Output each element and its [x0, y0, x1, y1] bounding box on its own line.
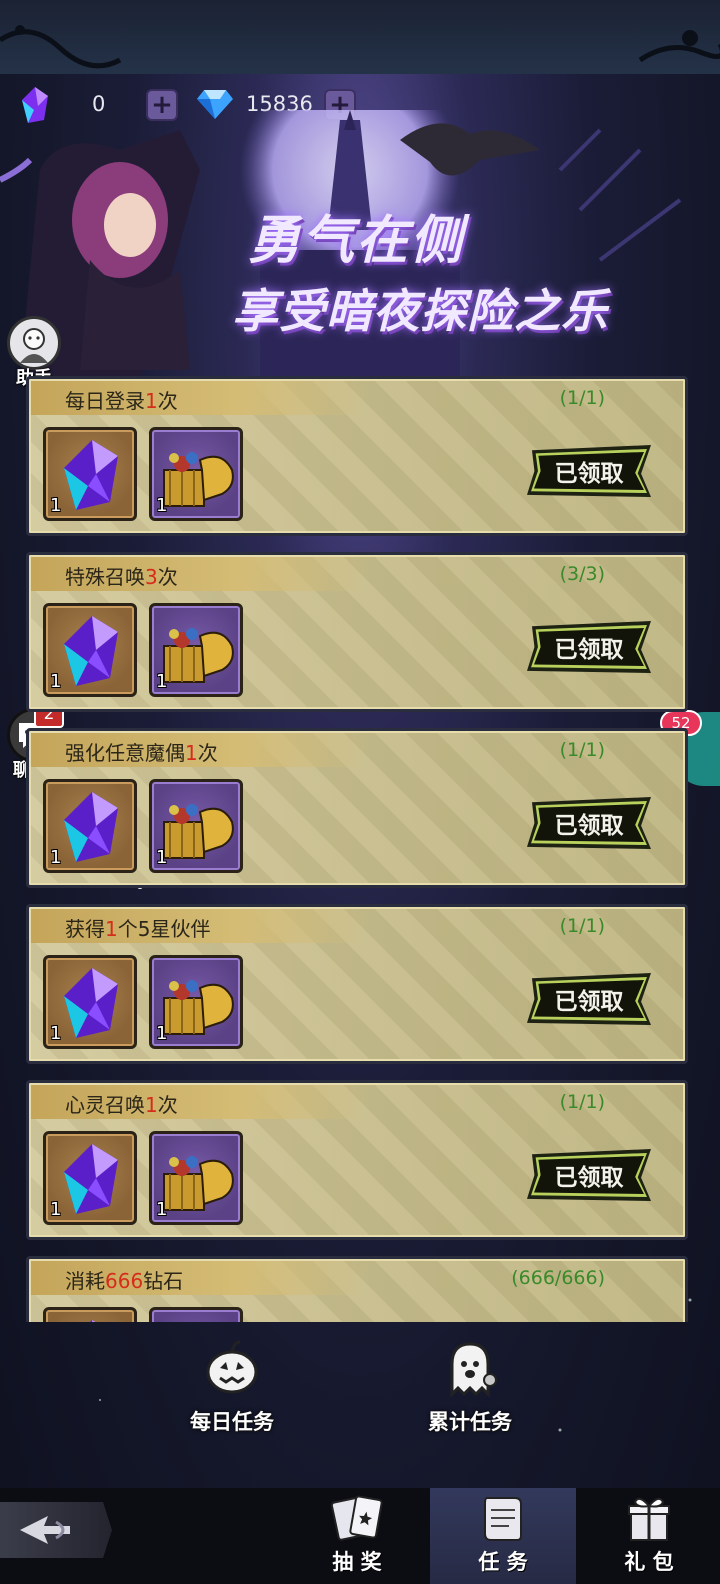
reward-slot-gift[interactable]: 1	[149, 1307, 243, 1322]
task-title-suffix: 钻石	[143, 1269, 184, 1293]
task-list[interactable]: 每日登录1次 (1/1) 1 1 已领取 特殊召唤3次 (3/3) 1 1 已领…	[26, 376, 688, 1322]
task-progress: (1/1)	[559, 915, 605, 937]
reward-count: 1	[156, 847, 168, 868]
reward-count: 1	[156, 1199, 168, 1220]
pumpkin-icon	[206, 1340, 258, 1394]
back-button[interactable]	[0, 1502, 112, 1558]
claimed-button-label: 已领取	[554, 1165, 624, 1191]
task-card: 心灵召唤1次 (1/1) 1 1 已领取	[26, 1080, 688, 1240]
task-title: 获得1个5星伙伴	[65, 913, 210, 942]
task-title-count: 1	[105, 917, 118, 941]
reward-slot-crystal[interactable]: 1	[43, 1307, 137, 1322]
task-category-tabs: 每日任务 累计任务	[0, 1322, 720, 1482]
vine-decoration-icon	[0, 25, 720, 69]
claimed-button[interactable]: 已领取	[527, 621, 651, 673]
task-card: 强化任意魔偶1次 (1/1) 1 1 已领取	[26, 728, 688, 888]
claimed-button[interactable]: 已领取	[527, 1149, 651, 1201]
claimed-button[interactable]: 已领取	[527, 973, 651, 1025]
reward-slot-gift[interactable]: 1	[149, 427, 243, 521]
task-title-suffix: 个5星伙伴	[117, 917, 211, 941]
task-title: 每日登录1次	[65, 385, 178, 414]
bottom-nav-bar: 抽 奖 任 务 礼 包	[0, 1488, 720, 1584]
task-title-count: 1	[145, 389, 158, 413]
reward-slot-gift[interactable]: 1	[149, 779, 243, 873]
task-title-count: 666	[105, 1269, 144, 1293]
task-progress: (1/1)	[559, 387, 605, 409]
task-title-text: 心灵召唤	[65, 1093, 145, 1117]
task-card: 消耗666钻石 (666/666) 1	[26, 1256, 688, 1322]
reward-slot-crystal[interactable]: 1	[43, 779, 137, 873]
task-title-suffix: 次	[157, 1093, 178, 1117]
task-card: 获得1个5星伙伴 (1/1) 1 1 已领取	[26, 904, 688, 1064]
nav-tab-tasks-label: 任 务	[478, 1550, 528, 1574]
back-arrow-icon	[20, 1516, 70, 1544]
banner-title-line2: 享受暗夜探险之乐	[232, 284, 608, 338]
task-title: 强化任意魔偶1次	[65, 737, 218, 766]
scroll-icon	[484, 1497, 522, 1541]
reward-count: 1	[50, 847, 62, 868]
task-progress: (1/1)	[559, 739, 605, 761]
treasure-box-reward-icon	[152, 1310, 240, 1322]
nav-tab-gift[interactable]: 礼 包	[576, 1488, 720, 1584]
task-title-count: 3	[145, 565, 158, 589]
task-title-count: 1	[185, 741, 198, 765]
ghost-icon	[450, 1342, 497, 1398]
top-decor-strip	[0, 0, 720, 74]
task-title: 心灵召唤1次	[65, 1089, 178, 1118]
task-title-suffix: 次	[197, 741, 218, 765]
reward-slot-crystal[interactable]: 1	[43, 955, 137, 1049]
event-banner: 勇气在侧 享受暗夜探险之乐	[0, 110, 720, 380]
task-title-suffix: 次	[157, 565, 178, 589]
reward-count: 1	[50, 1023, 62, 1044]
reward-slot-crystal[interactable]: 1	[43, 1131, 137, 1225]
task-progress: (1/1)	[559, 1091, 605, 1113]
reward-count: 1	[156, 671, 168, 692]
task-title-text: 强化任意魔偶	[65, 741, 185, 765]
task-title-text: 特殊召唤	[65, 565, 145, 589]
nav-tab-draw-label: 抽 奖	[332, 1550, 382, 1574]
task-title-text: 消耗	[65, 1269, 105, 1293]
gift-box-icon	[628, 1497, 670, 1541]
claimed-button-label: 已领取	[554, 461, 624, 487]
reward-slot-gift[interactable]: 1	[149, 1131, 243, 1225]
task-title-suffix: 次	[157, 389, 178, 413]
crystal-reward-icon	[90, 1320, 96, 1322]
reward-count: 1	[156, 495, 168, 516]
claimed-button-label: 已领取	[554, 989, 624, 1015]
nav-tab-gift-label: 礼 包	[624, 1550, 674, 1574]
task-title-count: 1	[145, 1093, 158, 1117]
tab-daily-tasks[interactable]: 每日任务	[172, 1336, 292, 1436]
task-title-text: 每日登录	[65, 389, 145, 413]
tab-cumulative-tasks[interactable]: 累计任务	[410, 1336, 530, 1436]
claimed-button[interactable]: 已领取	[527, 797, 651, 849]
task-card: 特殊召唤3次 (3/3) 1 1 已领取	[26, 552, 688, 712]
reward-slot-crystal[interactable]: 1	[43, 603, 137, 697]
tab-cumulative-tasks-label: 累计任务	[428, 1410, 512, 1434]
reward-count: 1	[50, 495, 62, 516]
nav-tab-tasks[interactable]: 任 务	[430, 1488, 576, 1584]
task-title: 特殊召唤3次	[65, 561, 178, 590]
banner-title-line1: 勇气在侧	[248, 210, 465, 271]
claimed-button-label: 已领取	[554, 813, 624, 839]
nav-tab-draw[interactable]: 抽 奖	[284, 1488, 430, 1584]
reward-slot-crystal[interactable]: 1	[43, 427, 137, 521]
reward-count: 1	[50, 1199, 62, 1220]
task-progress: (3/3)	[559, 563, 605, 585]
task-title-text: 获得	[65, 917, 105, 941]
task-card: 每日登录1次 (1/1) 1 1 已领取	[26, 376, 688, 536]
claimed-button-label: 已领取	[554, 637, 624, 663]
task-progress: (666/666)	[511, 1267, 605, 1289]
tab-daily-tasks-label: 每日任务	[190, 1410, 274, 1434]
task-title: 消耗666钻石	[65, 1265, 183, 1294]
reward-slot-gift[interactable]: 1	[149, 955, 243, 1049]
reward-slot-gift[interactable]: 1	[149, 603, 243, 697]
reward-count: 1	[50, 671, 62, 692]
assistant-avatar-icon	[7, 316, 61, 370]
reward-count: 1	[156, 1023, 168, 1044]
cards-icon	[330, 1495, 383, 1541]
claimed-button[interactable]: 已领取	[527, 445, 651, 497]
